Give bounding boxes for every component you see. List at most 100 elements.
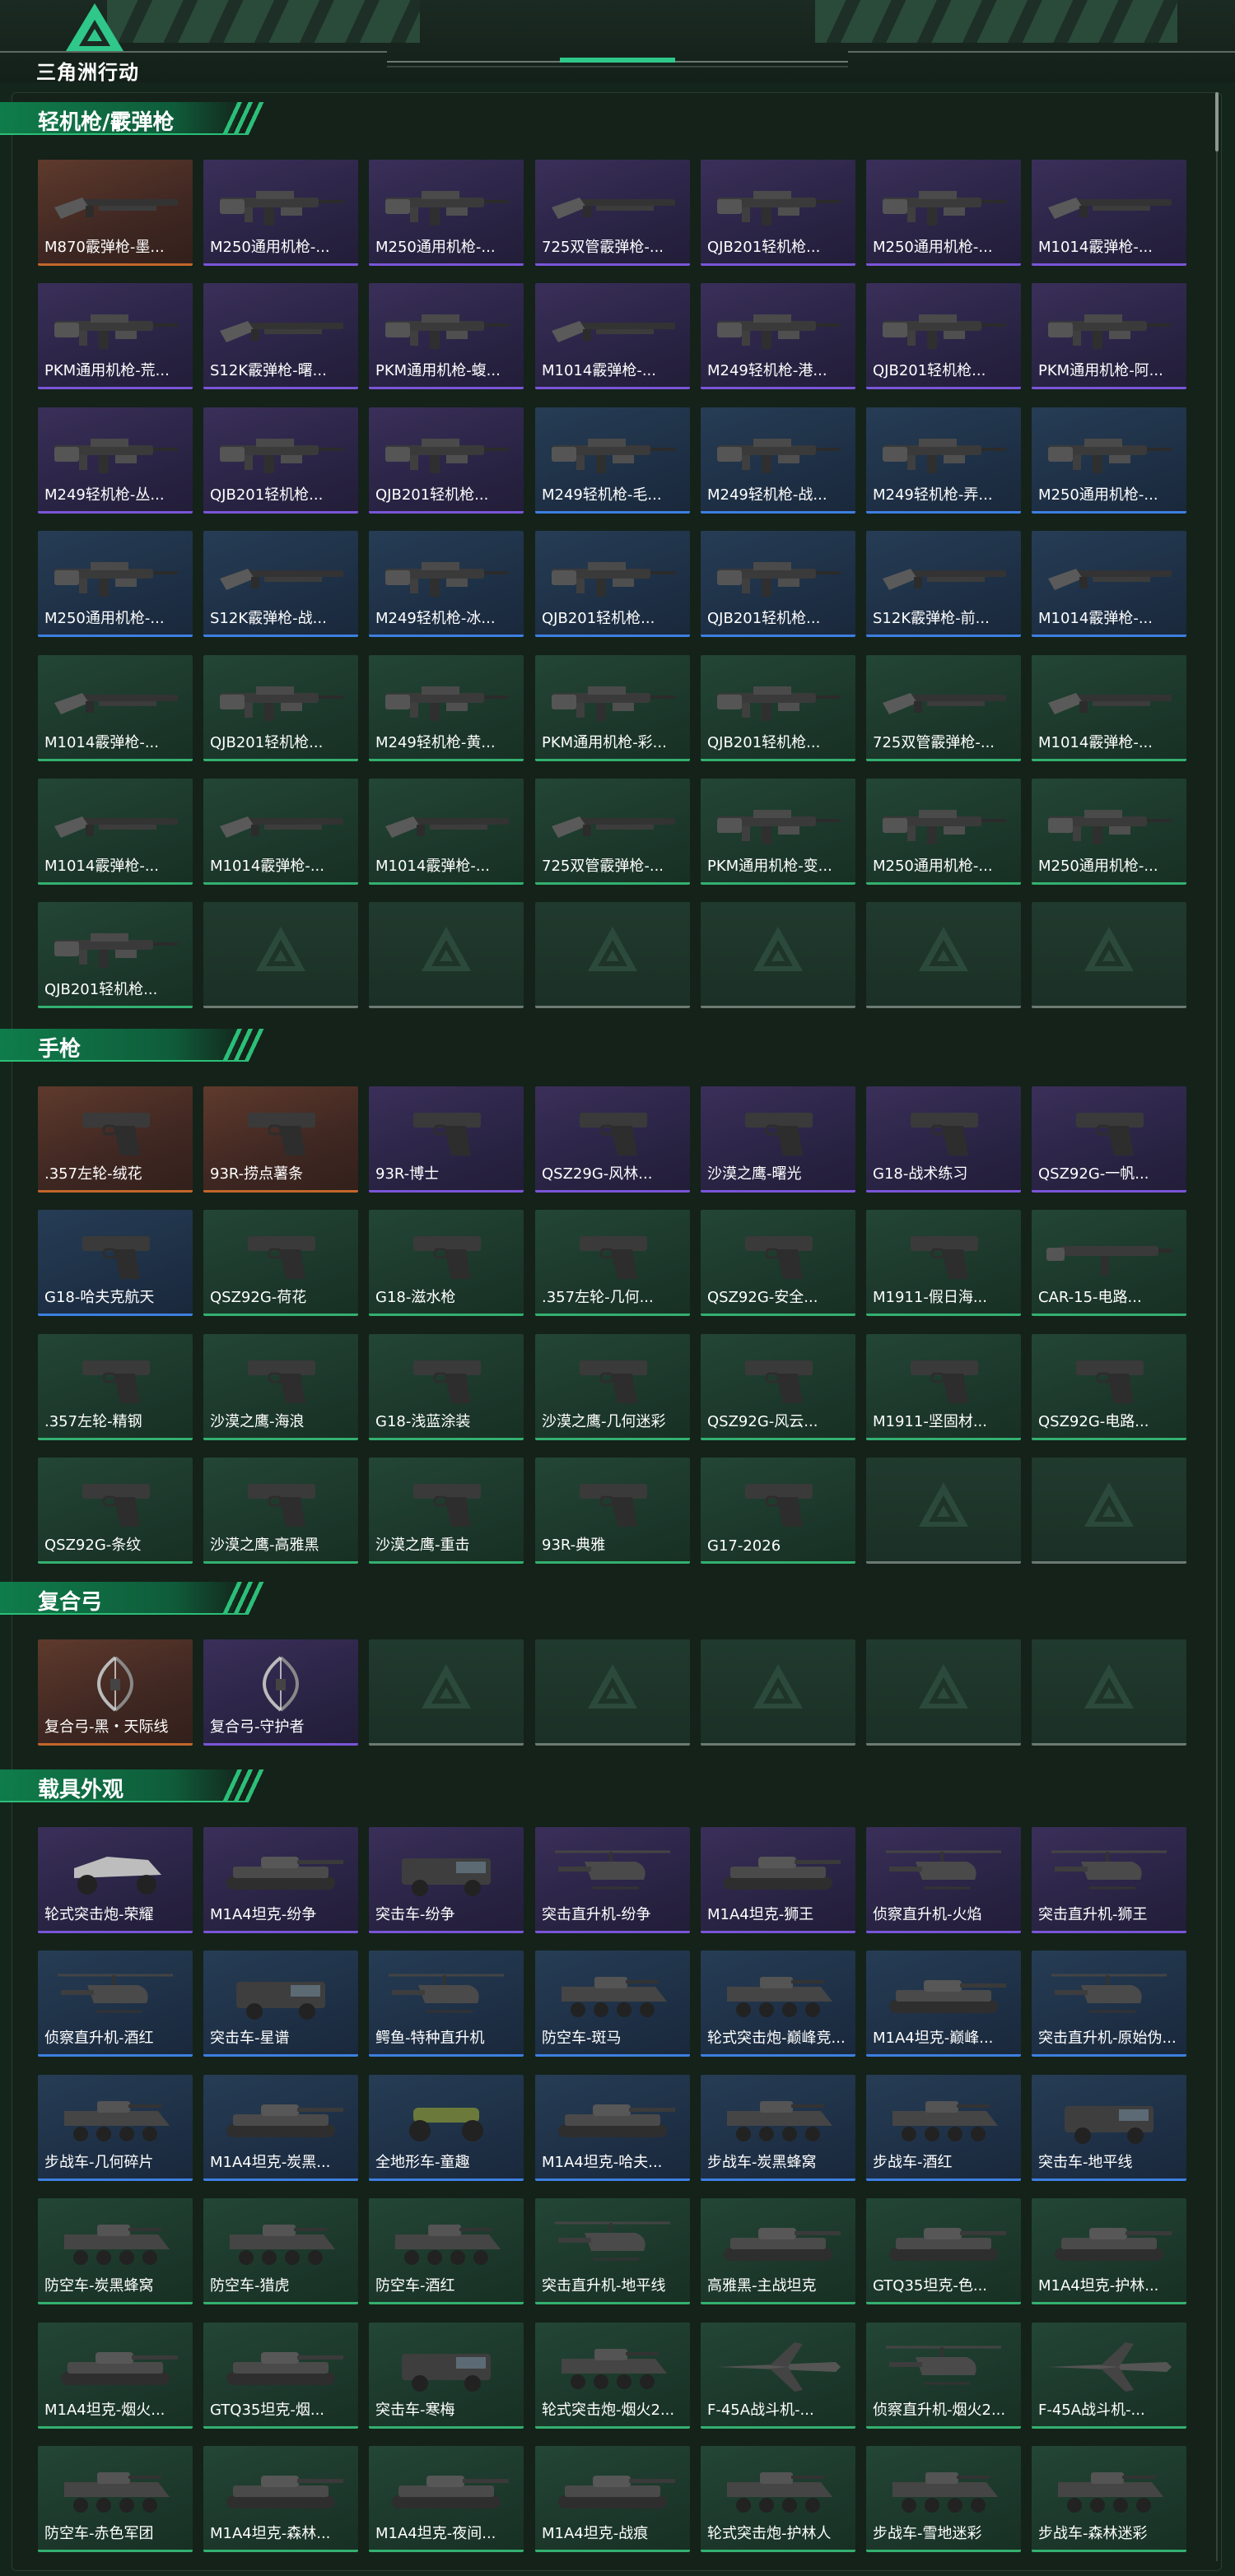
skin-tile[interactable]: QJB201轻机枪...: [38, 902, 193, 1008]
skin-tile[interactable]: QJB201轻机枪...: [203, 407, 358, 514]
skin-tile[interactable]: QJB201轻机枪...: [701, 655, 855, 761]
skin-tile[interactable]: 防空车-猎虎: [203, 2198, 358, 2304]
skin-tile[interactable]: M250通用机枪-...: [1032, 779, 1186, 885]
skin-tile[interactable]: GTQ35坦克-烟...: [203, 2323, 358, 2429]
skin-tile[interactable]: G18-战术练习: [866, 1086, 1021, 1193]
skin-tile[interactable]: 防空车-炭黑蜂窝: [38, 2198, 193, 2304]
skin-tile[interactable]: S12K霰弹枪-曙...: [203, 283, 358, 389]
skin-tile[interactable]: M1911-坚固材...: [866, 1334, 1021, 1440]
skin-tile[interactable]: 93R-典雅: [535, 1458, 690, 1564]
skin-tile[interactable]: 侦察直升机-酒红: [38, 1951, 193, 2057]
skin-tile[interactable]: 突击直升机-纷争: [535, 1827, 690, 1933]
skin-tile[interactable]: M1A4坦克-巅峰...: [866, 1951, 1021, 2057]
skin-tile[interactable]: QJB201轻机枪...: [369, 407, 524, 514]
skin-tile[interactable]: GTQ35坦克-色...: [866, 2198, 1021, 2304]
skin-tile[interactable]: M1A4坦克-哈夫...: [535, 2075, 690, 2181]
skin-tile[interactable]: QJB201轻机枪...: [535, 531, 690, 637]
skin-tile[interactable]: 725双管霰弹枪-...: [866, 655, 1021, 761]
skin-tile[interactable]: 步战车-几何碎片: [38, 2075, 193, 2181]
skin-tile[interactable]: G17-2026: [701, 1458, 855, 1564]
scrollbar-track[interactable]: [1216, 92, 1218, 2561]
skin-tile[interactable]: M1014霰弹枪-...: [369, 779, 524, 885]
skin-tile[interactable]: 725双管霰弹枪-...: [535, 779, 690, 885]
skin-tile[interactable]: G18-滋水枪: [369, 1210, 524, 1316]
skin-tile[interactable]: M250通用机枪-...: [38, 531, 193, 637]
skin-tile[interactable]: F-45A战斗机-...: [1032, 2323, 1186, 2429]
skin-tile[interactable]: M1A4坦克-夜间...: [369, 2446, 524, 2552]
skin-tile[interactable]: 轮式突击炮-荣耀: [38, 1827, 193, 1933]
skin-tile[interactable]: PKM通用机枪-荒...: [38, 283, 193, 389]
skin-tile[interactable]: M1014霰弹枪-...: [535, 283, 690, 389]
skin-tile[interactable]: 沙漠之鹰-海浪: [203, 1334, 358, 1440]
skin-tile[interactable]: .357左轮-绒花: [38, 1086, 193, 1193]
skin-tile[interactable]: 防空车-赤色军团: [38, 2446, 193, 2552]
skin-tile[interactable]: M1A4坦克-护林...: [1032, 2198, 1186, 2304]
skin-tile[interactable]: QSZ92G-电路...: [1032, 1334, 1186, 1440]
skin-tile[interactable]: 轮式突击炮-巅峰竞...: [701, 1951, 855, 2057]
skin-tile[interactable]: M250通用机枪-...: [203, 160, 358, 266]
skin-tile[interactable]: 沙漠之鹰-几何迷彩: [535, 1334, 690, 1440]
skin-tile[interactable]: 突击车-寒梅: [369, 2323, 524, 2429]
skin-tile[interactable]: M249轻机枪-丛...: [38, 407, 193, 514]
skin-tile[interactable]: QJB201轻机枪...: [701, 160, 855, 266]
skin-tile[interactable]: M1014霰弹枪-...: [38, 779, 193, 885]
skin-tile[interactable]: M249轻机枪-弄...: [866, 407, 1021, 514]
skin-tile[interactable]: QSZ92G-荷花: [203, 1210, 358, 1316]
skin-tile[interactable]: M250通用机枪-...: [369, 160, 524, 266]
skin-tile[interactable]: M249轻机枪-战...: [701, 407, 855, 514]
skin-tile[interactable]: QJB201轻机枪...: [701, 531, 855, 637]
skin-tile[interactable]: M1911-假日海...: [866, 1210, 1021, 1316]
skin-tile[interactable]: QJB201轻机枪...: [866, 283, 1021, 389]
skin-tile[interactable]: M1A4坦克-狮王: [701, 1827, 855, 1933]
skin-tile[interactable]: 复合弓-黑・天际线: [38, 1639, 193, 1746]
skin-tile[interactable]: M250通用机枪-...: [1032, 407, 1186, 514]
skin-tile[interactable]: M1A4坦克-纷争: [203, 1827, 358, 1933]
skin-tile[interactable]: 沙漠之鹰-重击: [369, 1458, 524, 1564]
skin-tile[interactable]: M249轻机枪-港...: [701, 283, 855, 389]
skin-tile[interactable]: G18-浅蓝涂装: [369, 1334, 524, 1440]
skin-tile[interactable]: PKM通用机枪-蝮...: [369, 283, 524, 389]
skin-tile[interactable]: M1A4坦克-烟火...: [38, 2323, 193, 2429]
skin-tile[interactable]: 725双管霰弹枪-...: [535, 160, 690, 266]
skin-tile[interactable]: M249轻机枪-冰...: [369, 531, 524, 637]
skin-tile[interactable]: 侦察直升机-火焰: [866, 1827, 1021, 1933]
skin-tile[interactable]: 步战车-森林迷彩: [1032, 2446, 1186, 2552]
skin-tile[interactable]: QSZ92G-风云...: [701, 1334, 855, 1440]
skin-tile[interactable]: G18-哈夫克航天: [38, 1210, 193, 1316]
skin-tile[interactable]: M249轻机枪-黄...: [369, 655, 524, 761]
skin-tile[interactable]: M1A4坦克-战痕: [535, 2446, 690, 2552]
skin-tile[interactable]: 轮式突击炮-护林人: [701, 2446, 855, 2552]
skin-tile[interactable]: QSZ92G-一帆...: [1032, 1086, 1186, 1193]
skin-tile[interactable]: QJB201轻机枪...: [203, 655, 358, 761]
skin-tile[interactable]: 步战车-酒红: [866, 2075, 1021, 2181]
skin-tile[interactable]: 侦察直升机-烟火2...: [866, 2323, 1021, 2429]
scrollbar-thumb[interactable]: [1215, 92, 1219, 151]
skin-tile[interactable]: 突击车-纷争: [369, 1827, 524, 1933]
skin-tile[interactable]: M1014霰弹枪-...: [203, 779, 358, 885]
skin-tile[interactable]: PKM通用机枪-变...: [701, 779, 855, 885]
skin-tile[interactable]: 93R-博士: [369, 1086, 524, 1193]
skin-tile[interactable]: 突击直升机-地平线: [535, 2198, 690, 2304]
skin-tile[interactable]: PKM通用机枪-阿...: [1032, 283, 1186, 389]
skin-tile[interactable]: S12K霰弹枪-战...: [203, 531, 358, 637]
skin-tile[interactable]: S12K霰弹枪-前...: [866, 531, 1021, 637]
skin-tile[interactable]: CAR-15-电路...: [1032, 1210, 1186, 1316]
skin-tile[interactable]: 沙漠之鹰-高雅黑: [203, 1458, 358, 1564]
skin-tile[interactable]: M249轻机枪-毛...: [535, 407, 690, 514]
skin-tile[interactable]: M250通用机枪-...: [866, 779, 1021, 885]
skin-tile[interactable]: .357左轮-几何...: [535, 1210, 690, 1316]
skin-tile[interactable]: 鳄鱼-特种直升机: [369, 1951, 524, 2057]
skin-tile[interactable]: 93R-捞点薯条: [203, 1086, 358, 1193]
skin-tile[interactable]: QSZ92G-条纹: [38, 1458, 193, 1564]
skin-tile[interactable]: M870霰弹枪-墨...: [38, 160, 193, 266]
skin-tile[interactable]: PKM通用机枪-彩...: [535, 655, 690, 761]
skin-tile[interactable]: 防空车-斑马: [535, 1951, 690, 2057]
skin-tile[interactable]: 突击车-地平线: [1032, 2075, 1186, 2181]
skin-tile[interactable]: F-45A战斗机-...: [701, 2323, 855, 2429]
skin-tile[interactable]: 突击车-星谱: [203, 1951, 358, 2057]
skin-tile[interactable]: .357左轮-精钢: [38, 1334, 193, 1440]
skin-tile[interactable]: 沙漠之鹰-曙光: [701, 1086, 855, 1193]
skin-tile[interactable]: 突击直升机-狮王: [1032, 1827, 1186, 1933]
skin-tile[interactable]: QSZ92G-安全...: [701, 1210, 855, 1316]
skin-tile[interactable]: M250通用机枪-...: [866, 160, 1021, 266]
